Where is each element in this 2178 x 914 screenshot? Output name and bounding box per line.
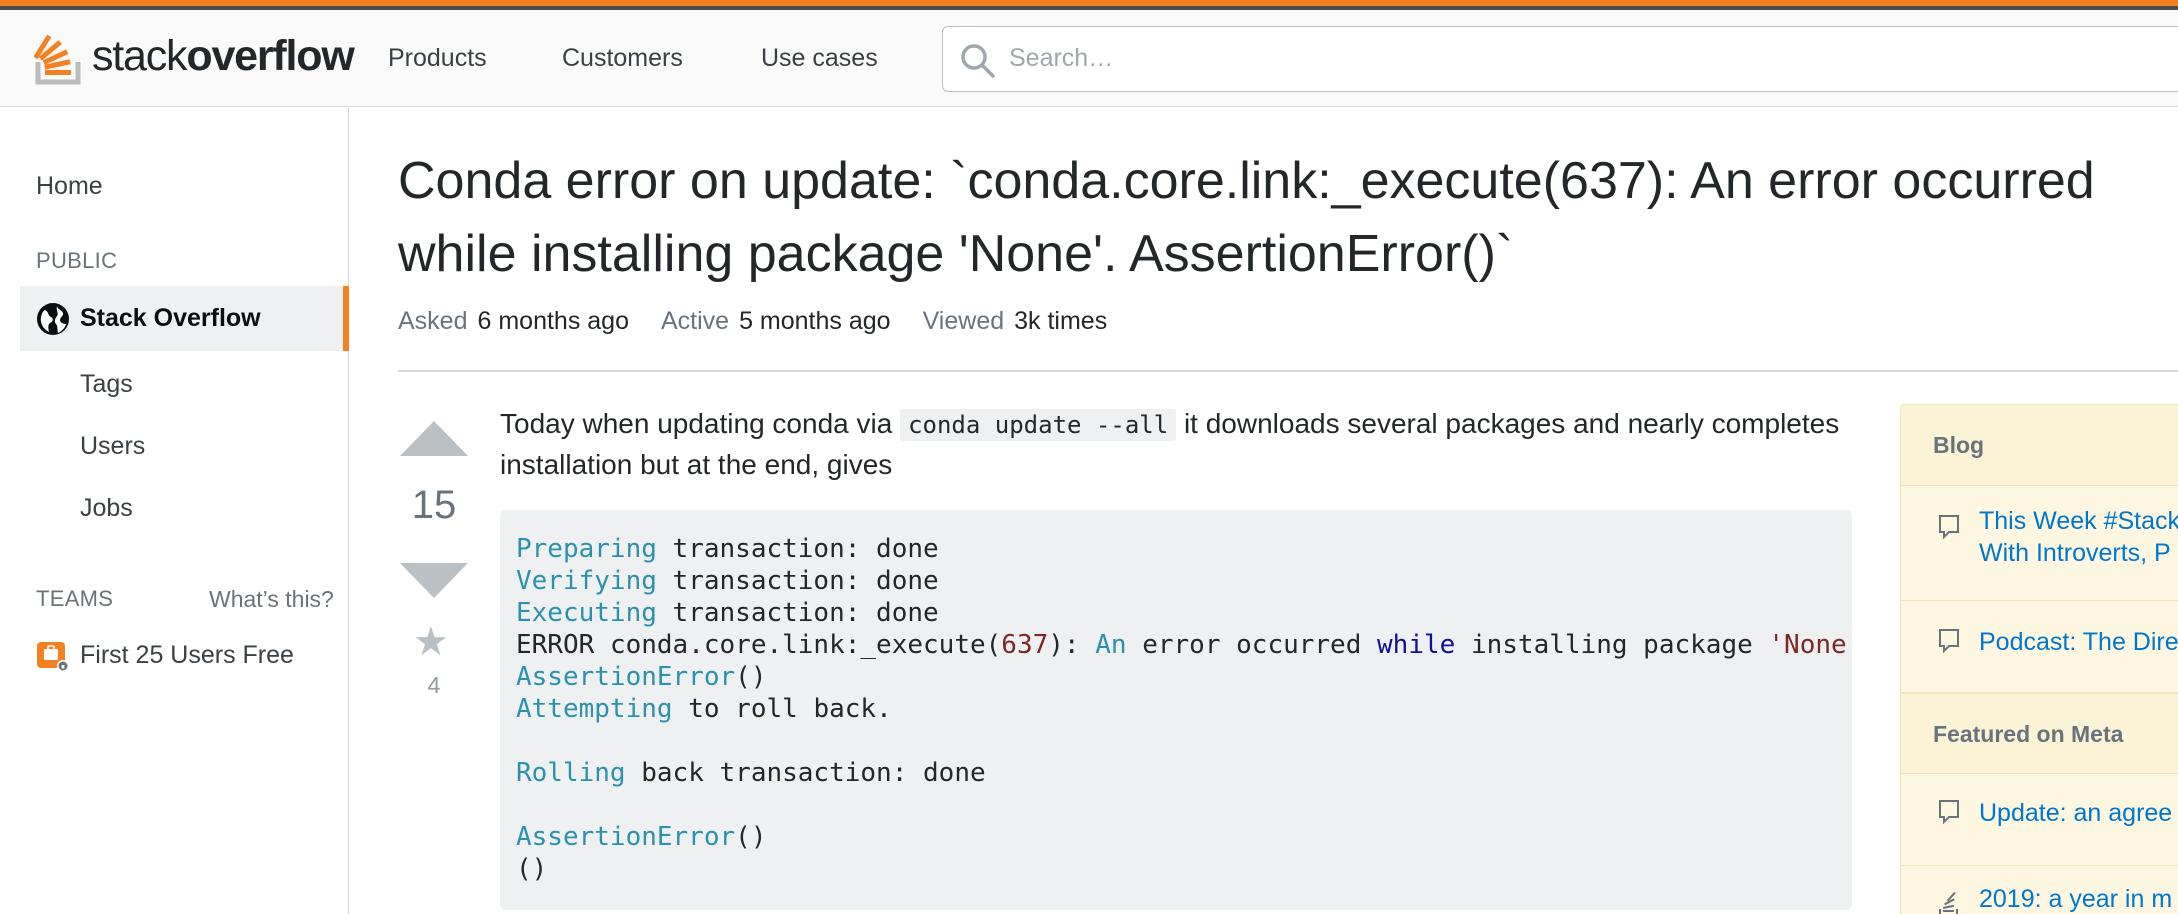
search-box[interactable] [942, 26, 2178, 92]
search-icon [961, 44, 995, 78]
stack-exchange-logo-icon [1939, 892, 1958, 914]
meta-item-title: 2019: a year in m [1979, 885, 2173, 913]
code-line: Executing transaction: done [516, 598, 939, 628]
stackoverflow-logo-icon [34, 34, 81, 85]
code-line: Rolling back transaction: done [516, 758, 986, 788]
speech-bubble-icon [1939, 629, 1959, 654]
sidebar-item-jobs[interactable]: Jobs [80, 494, 133, 523]
sidebar-heading-teams: TEAMS [36, 586, 114, 611]
viewed-label: Viewed [922, 307, 1005, 335]
code-content: Preparing transaction: done Verifying tr… [516, 533, 1847, 885]
header-divider [398, 370, 2178, 372]
sidebar-item-home[interactable]: Home [36, 172, 103, 201]
stackoverflow-logo[interactable]: stackoverflow [34, 24, 355, 88]
blog-meta-widget: Blog This Week #Stack With Introverts, P… [1900, 404, 2178, 914]
blog-item-title: This Week #Stack [1979, 507, 2178, 535]
question-meta: Asked 6 months ago Active 5 months ago V… [398, 307, 1139, 336]
teams-whats-this-link[interactable]: What’s this? [209, 586, 334, 613]
question-title[interactable]: Conda error on update: `conda.core.link:… [398, 145, 2178, 291]
question-title-line2: while installing package 'None'. Asserti… [398, 225, 1514, 283]
sidebar-item-label: Stack Overflow [80, 304, 261, 332]
sidebar-item-label: First 25 Users Free [80, 640, 294, 669]
meta-item[interactable]: Update: an agree [1901, 774, 2178, 866]
sidebar-heading-public: PUBLIC [36, 248, 118, 273]
sidebar-item-teams-free[interactable]: First 25 Users Free [36, 638, 294, 672]
sidebar-item-stack-overflow[interactable]: Stack Overflow [20, 286, 349, 351]
favorite-count: 4 [427, 672, 441, 698]
blog-heading: Blog [1901, 405, 2178, 486]
active-value[interactable]: 5 months ago [739, 307, 891, 336]
code-line: ERROR conda.core.link:_execute(637): An … [516, 630, 1847, 660]
code-line: AssertionError() [516, 822, 767, 852]
body-text: Today when updating conda via [500, 408, 901, 439]
code-line: () [516, 854, 548, 884]
blog-item[interactable]: Podcast: The Dire [1901, 601, 2178, 693]
code-line: AssertionError() [516, 662, 767, 692]
code-block[interactable]: Preparing transaction: done Verifying tr… [500, 510, 1852, 910]
top-bar: stackoverflow Products Customers Use cas… [0, 10, 2178, 107]
downvote-button[interactable] [400, 563, 468, 598]
featured-meta-heading: Featured on Meta [1901, 693, 2178, 774]
code-line: Attempting to roll back. [516, 694, 892, 724]
question-title-line1: Conda error on update: `conda.core.link:… [398, 152, 2095, 210]
sidebar-item-tags[interactable]: Tags [80, 370, 133, 399]
inline-code: conda update --all [900, 409, 1177, 441]
upvote-button[interactable] [400, 421, 468, 456]
favorite-star-icon[interactable]: ★ [413, 622, 449, 662]
blog-item[interactable]: This Week #Stack With Introverts, P [1901, 486, 2178, 601]
code-line: Verifying transaction: done [516, 566, 939, 596]
asked-value: 6 months ago [477, 307, 629, 335]
logo-wordmark: stackoverflow [92, 31, 355, 80]
sidebar-item-users[interactable]: Users [80, 432, 145, 461]
speech-bubble-icon [1939, 800, 1959, 825]
active-label: Active [660, 307, 730, 335]
blog-item-title: With Introverts, P [1979, 539, 2171, 567]
nav-products[interactable]: Products [388, 44, 487, 73]
vote-count: 15 [411, 483, 457, 527]
nav-use-cases[interactable]: Use cases [761, 44, 878, 73]
nav-customers[interactable]: Customers [562, 44, 683, 73]
speech-bubble-icon [1939, 515, 1959, 540]
search-input[interactable] [1009, 27, 2109, 90]
question-body: Today when updating conda via conda upda… [500, 404, 1860, 485]
viewed-value: 3k times [1014, 307, 1108, 335]
briefcase-icon [37, 642, 69, 672]
meta-item-title: Update: an agree [1979, 799, 2173, 827]
top-accent-bar [0, 0, 2178, 10]
asked-label: Asked [398, 307, 468, 335]
blog-item-title: Podcast: The Dire [1979, 628, 2178, 656]
left-sidebar: Home PUBLIC Stack Overflow Tags Users Jo… [0, 108, 349, 914]
code-line: Preparing transaction: done [516, 534, 939, 564]
meta-item[interactable]: 2019: a year in m [1901, 866, 2178, 914]
globe-icon [37, 302, 69, 335]
